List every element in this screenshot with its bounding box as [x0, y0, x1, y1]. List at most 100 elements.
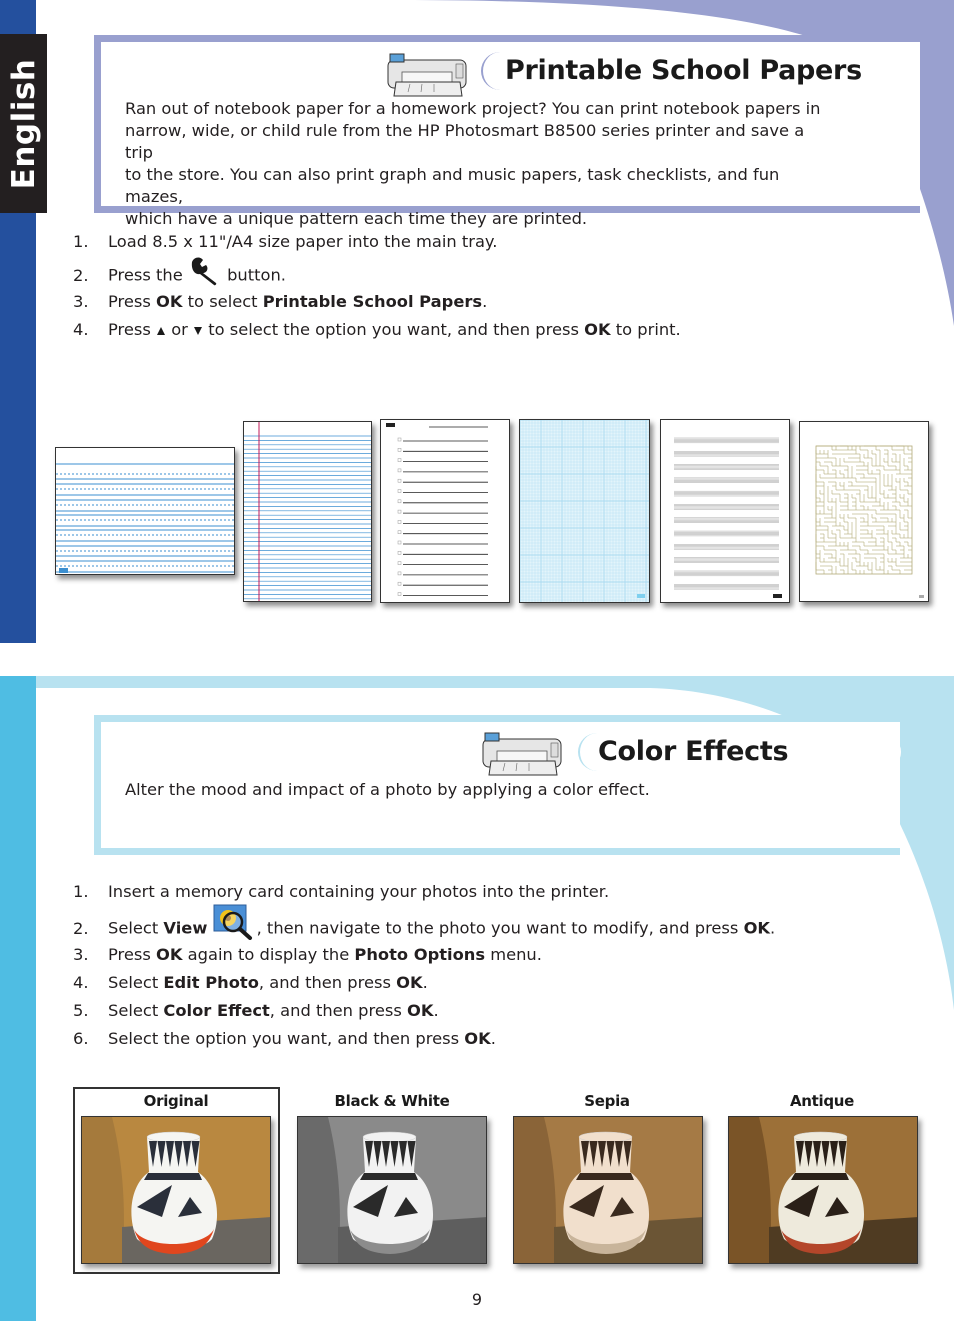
bold-term: OK — [156, 945, 183, 964]
printer-icon — [482, 732, 562, 776]
step-text: to print. — [610, 320, 681, 339]
checkbox — [397, 489, 402, 493]
view-photo-icon — [213, 904, 257, 944]
step-item: 5. Select Color Effect, and then press OK… — [73, 1001, 439, 1020]
vase-rim — [793, 1131, 848, 1143]
music-paper-thumbnail — [660, 419, 790, 603]
checklist-lines — [386, 423, 488, 596]
step-item: 2. Press the button. — [73, 257, 286, 290]
bold-term: Photo Options — [354, 945, 486, 964]
step-text: Select the option you want, and then pre… — [108, 1029, 465, 1048]
step-item: 3. Press OK to select Printable School Pa… — [73, 292, 487, 311]
step-item: 4. Press or to select the option you want… — [73, 320, 681, 340]
bold-term: View — [163, 918, 208, 938]
printer-icon — [387, 53, 467, 97]
step-text: to select — [182, 292, 263, 311]
child-rule-lines — [56, 463, 234, 573]
step-text: Load 8.5 x 11"/A4 size paper into the ma… — [108, 232, 498, 251]
step-number: 4. — [73, 973, 89, 992]
checkbox — [397, 499, 402, 504]
music-staves — [674, 437, 782, 598]
checkbox — [397, 437, 402, 442]
task-checklist-paper-thumbnail — [380, 419, 510, 603]
bold-term: Edit Photo — [163, 973, 259, 992]
step-text: menu. — [485, 945, 542, 964]
checkbox — [397, 448, 402, 452]
photo-antique — [728, 1116, 918, 1264]
step-text: . — [433, 1001, 439, 1020]
step-item: 6. Select the option you want, and then p… — [73, 1029, 496, 1048]
photo-label-original: Original — [143, 1092, 209, 1110]
vase-band — [360, 1173, 418, 1180]
section1-title-pill: Printable School Papers — [481, 52, 901, 90]
vase-image — [298, 1117, 486, 1263]
step-text: , and then press — [269, 1001, 407, 1020]
step-text: Select — [108, 918, 164, 938]
step-number: 4. — [73, 320, 89, 339]
checkbox — [397, 520, 402, 524]
bold-term: OK — [407, 1001, 434, 1020]
step-number: 3. — [73, 292, 89, 311]
graph-grid — [520, 420, 649, 602]
section2-title: Color Effects — [598, 736, 789, 767]
checkbox — [397, 551, 402, 555]
step-text: Press — [108, 320, 157, 339]
step-number: 1. — [73, 882, 89, 901]
step-item: 2. Select View , then navigate to the pho… — [73, 904, 776, 944]
step-text: . — [770, 918, 776, 938]
vase-band — [576, 1173, 634, 1180]
bold-term: OK — [464, 1029, 491, 1048]
checkbox — [397, 478, 402, 483]
checkbox — [397, 581, 402, 586]
intro-line: Ran out of notebook paper for a homework… — [125, 99, 821, 118]
logo-block — [919, 595, 924, 598]
bold-term: Printable School Papers — [262, 292, 483, 311]
up-arrow-icon — [156, 321, 166, 340]
checkbox — [397, 571, 402, 576]
wrench-icon — [188, 256, 222, 290]
maze-paper-thumbnail — [799, 421, 929, 602]
section1-intro: Ran out of notebook paper for a homework… — [125, 98, 825, 230]
step-text: Select — [108, 973, 164, 992]
step-text: . — [422, 973, 428, 992]
intro-line: narrow, wide, or child rule from the HP … — [125, 121, 805, 162]
header-block — [386, 423, 395, 427]
vase-image — [729, 1117, 917, 1263]
step-number: 1. — [73, 232, 89, 251]
photo-original — [81, 1116, 271, 1264]
step-text: Insert a memory card containing your pho… — [108, 882, 610, 901]
wide-rule-paper-thumbnail — [243, 421, 372, 602]
step-text: button. — [221, 265, 286, 285]
checkbox — [397, 509, 402, 514]
page-number: 9 — [471, 1290, 483, 1309]
intro-line: which have a unique pattern each time th… — [125, 209, 588, 228]
photo-sepia — [513, 1116, 703, 1264]
step-number: 5. — [73, 1001, 89, 1020]
step-item: 3. Press OK again to display the Photo Op… — [73, 945, 542, 964]
vase-rim — [146, 1131, 201, 1143]
vase-rim — [362, 1131, 417, 1143]
graph-paper-thumbnail — [519, 419, 650, 603]
down-arrow-icon — [193, 321, 203, 340]
step-text: Select — [108, 1001, 164, 1020]
step-text: Press — [108, 292, 157, 311]
section1-title: Printable School Papers — [505, 55, 862, 86]
logo-block — [773, 594, 782, 598]
intro-line: to the store. You can also print graph a… — [125, 165, 780, 206]
step-text: , and then press — [258, 973, 397, 992]
photo-label-antique: Antique — [789, 1092, 855, 1110]
vase-band — [791, 1173, 849, 1180]
checkbox — [397, 540, 402, 545]
step-text: again to display the — [182, 945, 355, 964]
step-text: or — [166, 320, 194, 339]
child-rule-paper-thumbnail — [55, 447, 235, 575]
step-item: 1. Insert a memory card containing your p… — [73, 882, 609, 901]
step-number: 2. — [73, 265, 89, 285]
section2-band — [36, 676, 954, 688]
photo-label-bw: Black & White — [334, 1092, 450, 1110]
step-text: Press — [108, 945, 157, 964]
vase-rim — [578, 1131, 633, 1143]
vase-image — [82, 1117, 270, 1263]
bold-term: OK — [743, 918, 771, 938]
step-text: . — [490, 1029, 496, 1048]
